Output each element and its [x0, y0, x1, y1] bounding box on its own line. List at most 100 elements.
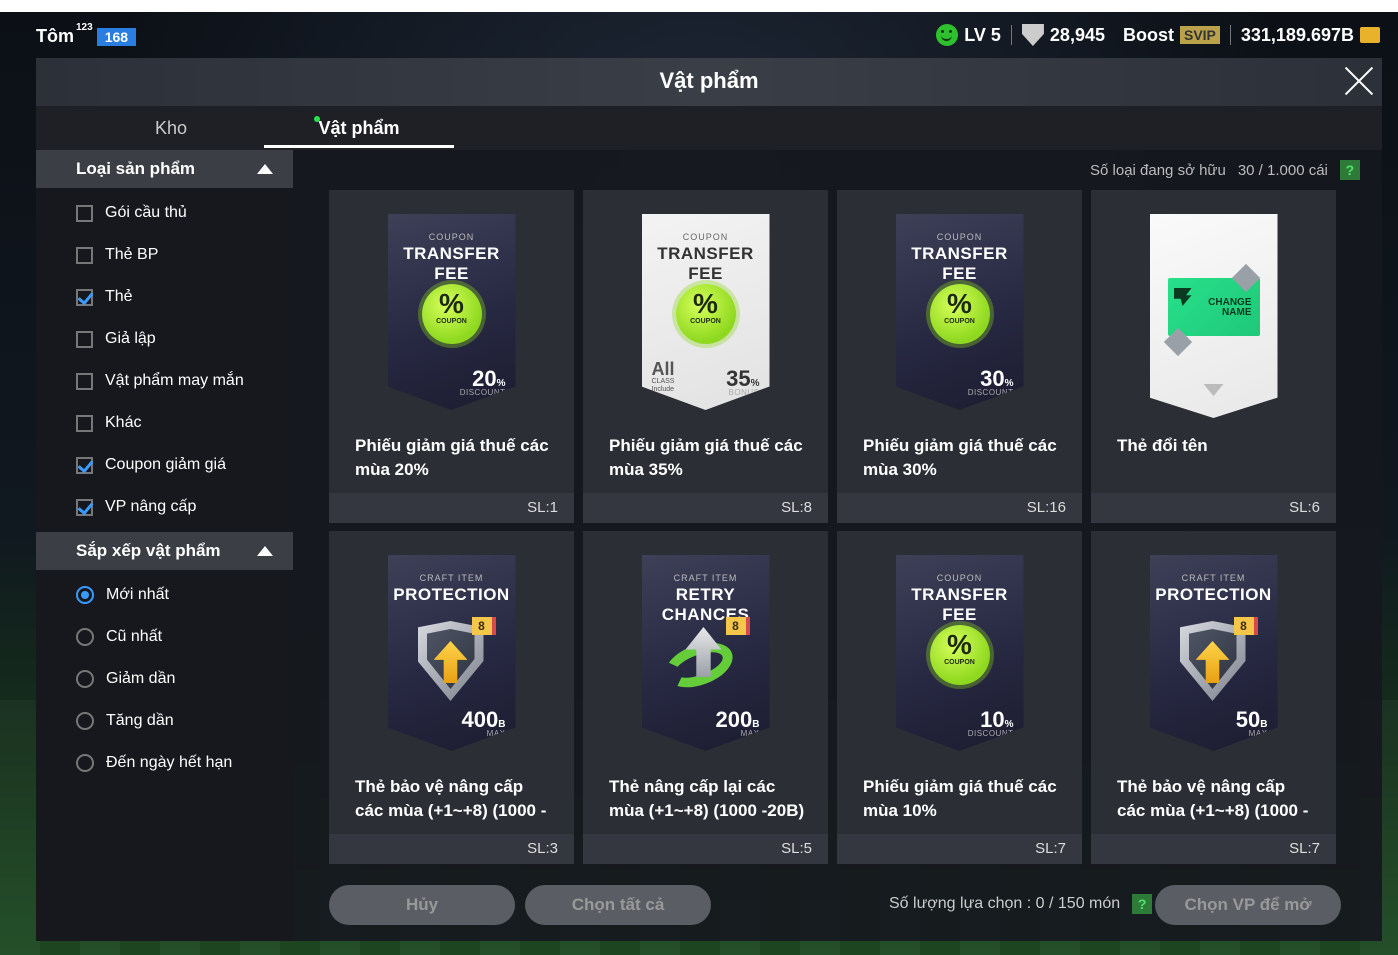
item-name: Phiếu giảm giá thuế các mùa 30% [863, 436, 1057, 479]
filter-checkbox[interactable]: Thẻ [36, 276, 293, 318]
card-big-text: TRANSFER FEE [911, 244, 1008, 283]
item-image: CRAFT ITEM PROTECTION 8 400B MAX [329, 531, 574, 761]
item-image: CHANGE NAME [1091, 190, 1336, 420]
selection-count: Số lượng lựa chọn : 0 / 150 món ? [889, 894, 1153, 914]
card-big-text: TRANSFER FEE [403, 244, 500, 283]
select-all-button[interactable]: Chọn tất cả [525, 885, 711, 925]
all-sub-text: Include [651, 386, 675, 393]
rename-text: CHANGE NAME [1208, 298, 1251, 318]
item-card[interactable]: COUPON TRANSFER FEE % COUPON 30% DISCOUNT … [837, 190, 1082, 523]
filter-checkbox[interactable]: Gói cầu thủ [36, 192, 293, 234]
items-panel: Vật phẩm Kho Vật phẩm Loại sản phẩm Gói … [36, 58, 1382, 941]
checkbox-checked-icon [76, 288, 93, 306]
item-quantity: SL:3 [527, 840, 558, 857]
sort-radio[interactable]: Đến ngày hết hạn [36, 742, 293, 784]
card-value: 50B MAX [1236, 707, 1268, 738]
all-sub-text: CLASS [651, 378, 675, 385]
checkbox-icon [76, 414, 93, 432]
owned-count: Số loại đang sở hữu 30 / 1.000 cái ? [1090, 160, 1360, 180]
sort-label: Cũ nhất [106, 628, 163, 645]
item-image: COUPON TRANSFER FEE % COUPON 20% DISCOUNT [329, 190, 574, 420]
percent-badge-icon: % COUPON [675, 284, 736, 344]
divider [1010, 25, 1012, 45]
item-card[interactable]: COUPON TRANSFER FEE % COUPON All CLASS Incl… [583, 190, 828, 523]
value-sub: DISCOUNT [459, 388, 506, 397]
sort-radio[interactable]: Giảm dần [36, 658, 293, 700]
filter-checkbox[interactable]: Khác [36, 402, 293, 444]
sort-label: Mới nhất [106, 586, 169, 603]
username: Tôm [36, 26, 74, 46]
filter-checkbox[interactable]: Giả lập [36, 318, 293, 360]
product-type-header[interactable]: Loại sản phẩm [36, 150, 293, 188]
percent-symbol: % [693, 288, 718, 319]
help-icon[interactable]: ? [1339, 160, 1360, 180]
svip-badge: SVIP [1179, 26, 1220, 44]
item-card[interactable]: COUPON TRANSFER FEE % COUPON 20% DISCOUNT … [329, 190, 574, 523]
value-sub: BONUS [728, 388, 760, 397]
radio-selected-icon [76, 586, 94, 604]
sort-radio[interactable]: Cũ nhất [36, 616, 293, 658]
close-icon[interactable] [1342, 64, 1376, 98]
percent-symbol: % [439, 288, 464, 319]
card-big-text: TRANSFER FEE [911, 585, 1008, 624]
tab-underline [264, 145, 454, 148]
card-small-text: CRAFT ITEM [673, 573, 738, 583]
panel-title: Vật phẩm [659, 68, 759, 93]
item-card[interactable]: CRAFT ITEM PROTECTION 8 50B MAX Thẻ bảo v… [1091, 531, 1336, 864]
item-quantity: SL:16 [1026, 499, 1066, 516]
open-items-button[interactable]: Chọn VP để mở [1155, 885, 1341, 925]
filter-checkbox[interactable]: VP nâng cấp [36, 486, 293, 528]
panel-header: Vật phẩm [36, 58, 1382, 106]
tab-vat-pham[interactable]: Vật phẩm [264, 106, 454, 150]
card-value: 35% BONUS [726, 366, 759, 397]
checkbox-checked-icon [76, 498, 93, 516]
item-footer: SL:16 [837, 493, 1082, 523]
item-image: CRAFT ITEM RETRY CHANCES 8 200B MAX [583, 531, 828, 761]
smiley-icon [936, 24, 959, 46]
top-border [0, 0, 1398, 12]
retry-card-icon: CRAFT ITEM RETRY CHANCES 8 200B MAX [641, 555, 770, 751]
sort-radio[interactable]: Mới nhất [36, 574, 293, 616]
radio-icon [76, 628, 94, 646]
level-badge: 8 [1233, 617, 1258, 635]
filter-label: VP nâng cấp [105, 498, 197, 515]
percent-badge-icon: % COUPON [421, 284, 482, 344]
all-text: All [651, 359, 675, 379]
item-footer: SL:5 [583, 834, 828, 864]
section-title: Loại sản phẩm [76, 159, 196, 178]
filter-checkbox[interactable]: Coupon giảm giá [36, 444, 293, 486]
coupon-label: COUPON [944, 318, 975, 325]
coupon-label: COUPON [944, 659, 975, 666]
coupon-label: COUPON [436, 318, 467, 325]
filter-label: Coupon giảm giá [105, 456, 226, 473]
user-level-badge: 168 [96, 28, 137, 46]
sort-header[interactable]: Sắp xếp vật phẩm [36, 532, 293, 570]
retry-arrows-icon [658, 627, 744, 696]
coupon-card-icon: COUPON TRANSFER FEE % COUPON 20% DISCOUNT [387, 214, 516, 410]
item-card[interactable]: COUPON TRANSFER FEE % COUPON 10% DISCOUNT … [837, 531, 1082, 864]
username-sup: 123 [76, 22, 93, 33]
item-footer: SL:3 [329, 834, 574, 864]
item-quantity: SL:8 [781, 499, 812, 516]
item-quantity: SL:5 [781, 840, 812, 857]
item-quantity: SL:7 [1289, 840, 1320, 857]
item-card[interactable]: CHANGE NAME Thẻ đổi tên SL:6 [1091, 190, 1336, 523]
collapse-icon [257, 164, 273, 174]
card-small-text: CRAFT ITEM [1181, 573, 1246, 583]
sort-radio[interactable]: Tăng dần [36, 700, 293, 742]
cancel-button[interactable]: Hủy [329, 885, 515, 925]
points-value: 28,945 [1049, 24, 1105, 45]
card-big-text: PROTECTION [1155, 585, 1272, 604]
tab-kho[interactable]: Kho [76, 106, 266, 150]
item-card[interactable]: CRAFT ITEM PROTECTION 8 400B MAX Thẻ bảo … [329, 531, 574, 864]
filter-checkbox[interactable]: Vật phẩm may mắn [36, 360, 293, 402]
filter-checkbox[interactable]: Thẻ BP [36, 234, 293, 276]
checkbox-icon [76, 204, 93, 222]
radio-icon [76, 670, 94, 688]
help-icon[interactable]: ? [1132, 894, 1153, 914]
item-card[interactable]: CRAFT ITEM RETRY CHANCES 8 200B MAX Thẻ n… [583, 531, 828, 864]
checkbox-icon [76, 246, 93, 264]
item-footer: SL:6 [1091, 493, 1336, 523]
value-sub: DISCOUNT [967, 388, 1014, 397]
item-footer: SL:7 [1091, 834, 1336, 864]
